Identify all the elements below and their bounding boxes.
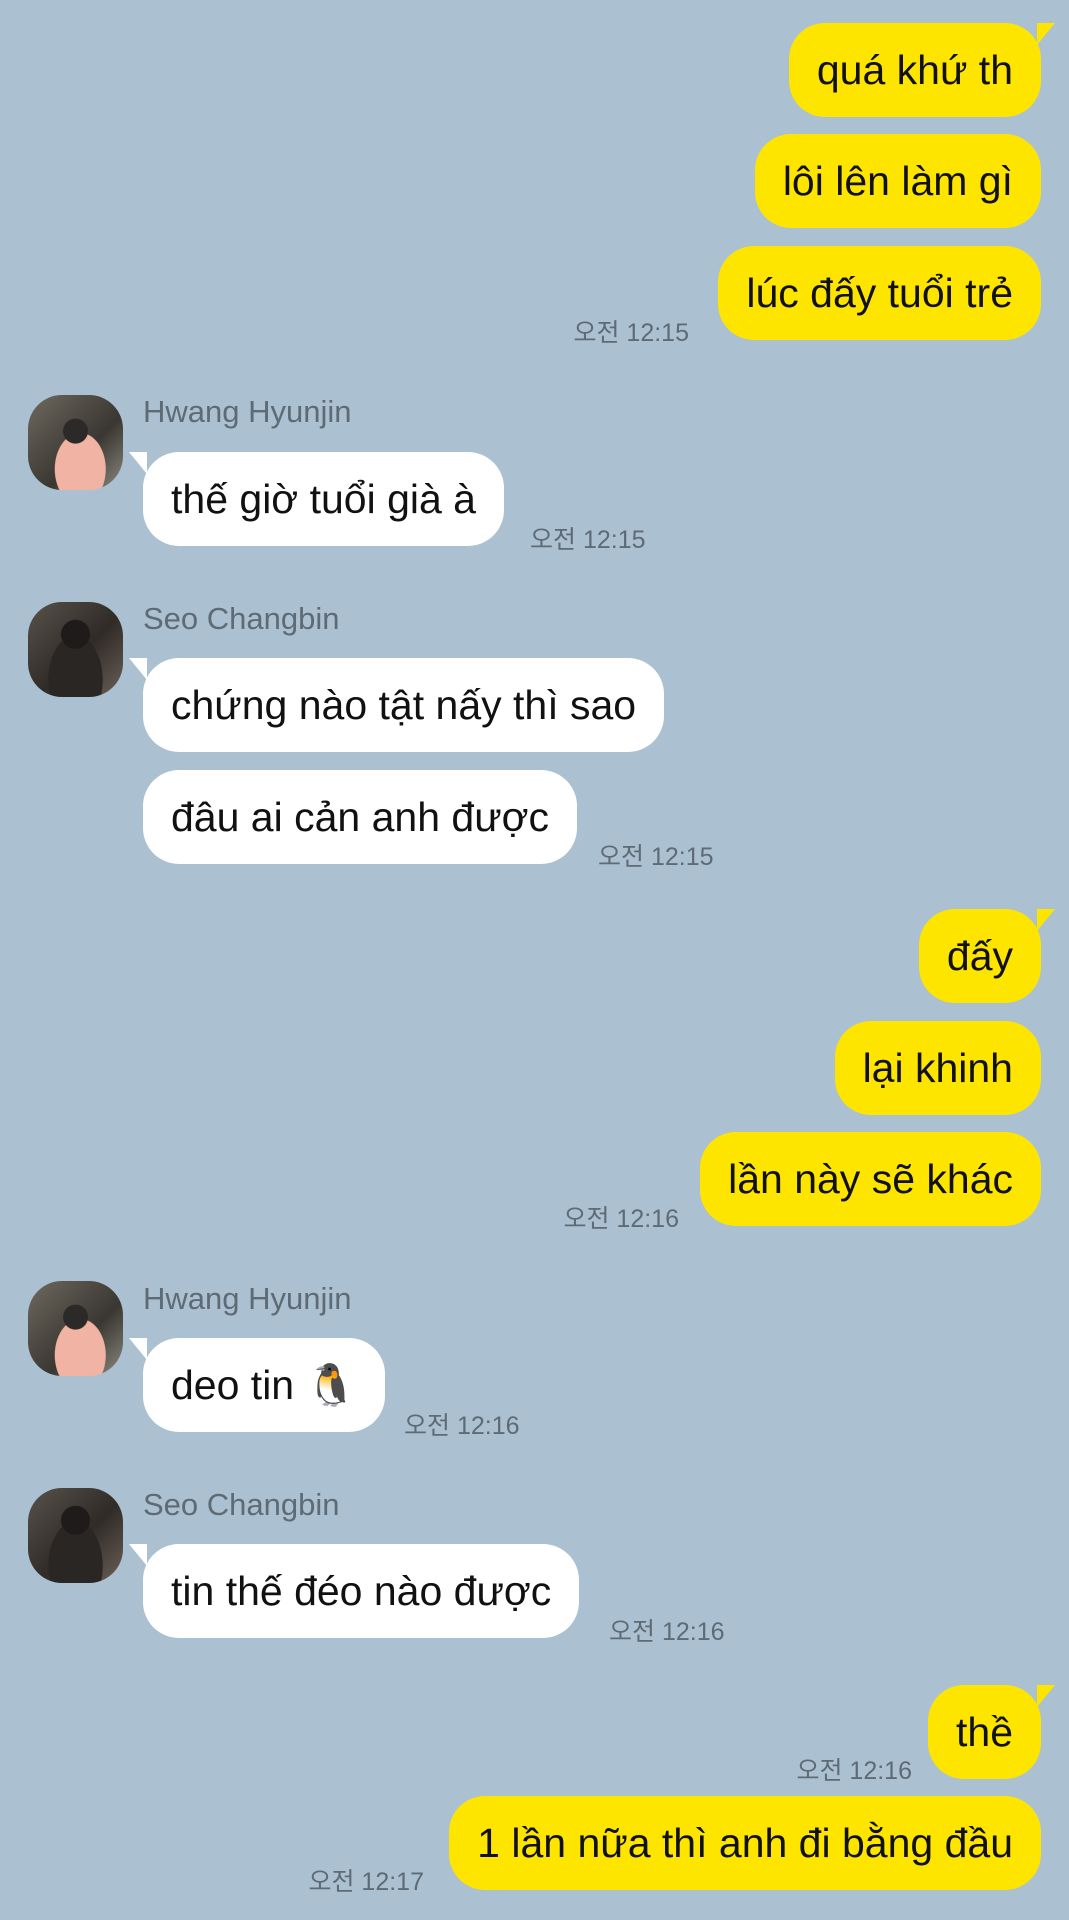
sender-name[interactable]: Seo Changbin — [143, 1487, 340, 1523]
message-text: lần này sẽ khác — [728, 1156, 1013, 1202]
message-text: lôi lên làm gì — [782, 158, 1013, 204]
their-message[interactable]: tin thế đéo nào được — [128, 1544, 580, 1638]
my-message[interactable]: lôi lên làm gì — [754, 134, 1041, 228]
their-message[interactable]: deo tin 🐧 — [129, 1338, 385, 1432]
message-timestamp: 오전 12:16 — [796, 1757, 912, 1785]
sender-name[interactable]: Hwang Hyunjin — [143, 1281, 352, 1317]
message-text: 1 lần nữa thì anh đi bằng đầu — [477, 1820, 1013, 1866]
message-text: đấy — [946, 933, 1013, 979]
my-message[interactable]: đấy — [918, 909, 1056, 1003]
message-timestamp: 오전 12:17 — [308, 1868, 424, 1896]
avatar[interactable] — [28, 602, 123, 697]
avatar[interactable] — [28, 395, 123, 490]
sender-name[interactable]: Hwang Hyunjin — [143, 394, 352, 430]
message-timestamp: 오전 12:15 — [598, 843, 714, 871]
message-text: thề — [956, 1709, 1013, 1755]
their-message[interactable]: đâu ai cản anh được — [143, 770, 578, 864]
message-timestamp: 오전 12:15 — [530, 526, 646, 554]
message-timestamp: 오전 12:15 — [573, 319, 689, 347]
my-message[interactable]: lại khinh — [834, 1021, 1041, 1115]
sender-name[interactable]: Seo Changbin — [143, 601, 340, 637]
their-message[interactable]: chứng nào tật nấy thì sao — [128, 658, 665, 752]
message-timestamp: 오전 12:16 — [404, 1412, 520, 1440]
avatar[interactable] — [28, 1281, 123, 1376]
message-timestamp: 오전 12:16 — [609, 1618, 725, 1646]
message-text: lại khinh — [862, 1045, 1013, 1091]
message-text: chứng nào tật nấy thì sao — [171, 682, 637, 728]
message-text: lúc đấy tuổi trẻ — [746, 270, 1013, 316]
my-message[interactable]: lúc đấy tuổi trẻ — [718, 246, 1041, 340]
my-message[interactable]: thề — [928, 1685, 1055, 1779]
their-message[interactable]: thế giờ tuổi già à — [129, 452, 504, 546]
message-text: quá khứ th — [816, 47, 1013, 93]
my-message[interactable]: lần này sẽ khác — [700, 1132, 1041, 1226]
message-text: tin thế đéo nào được — [171, 1568, 552, 1614]
message-text: deo tin 🐧 — [171, 1362, 357, 1408]
message-text: đâu ai cản anh được — [171, 794, 550, 840]
message-timestamp: 오전 12:16 — [563, 1205, 679, 1233]
my-message[interactable]: 1 lần nữa thì anh đi bằng đầu — [449, 1796, 1041, 1890]
message-text: thế giờ tuổi già à — [171, 476, 476, 522]
my-message[interactable]: quá khứ th — [788, 23, 1056, 117]
avatar[interactable] — [28, 1488, 123, 1583]
